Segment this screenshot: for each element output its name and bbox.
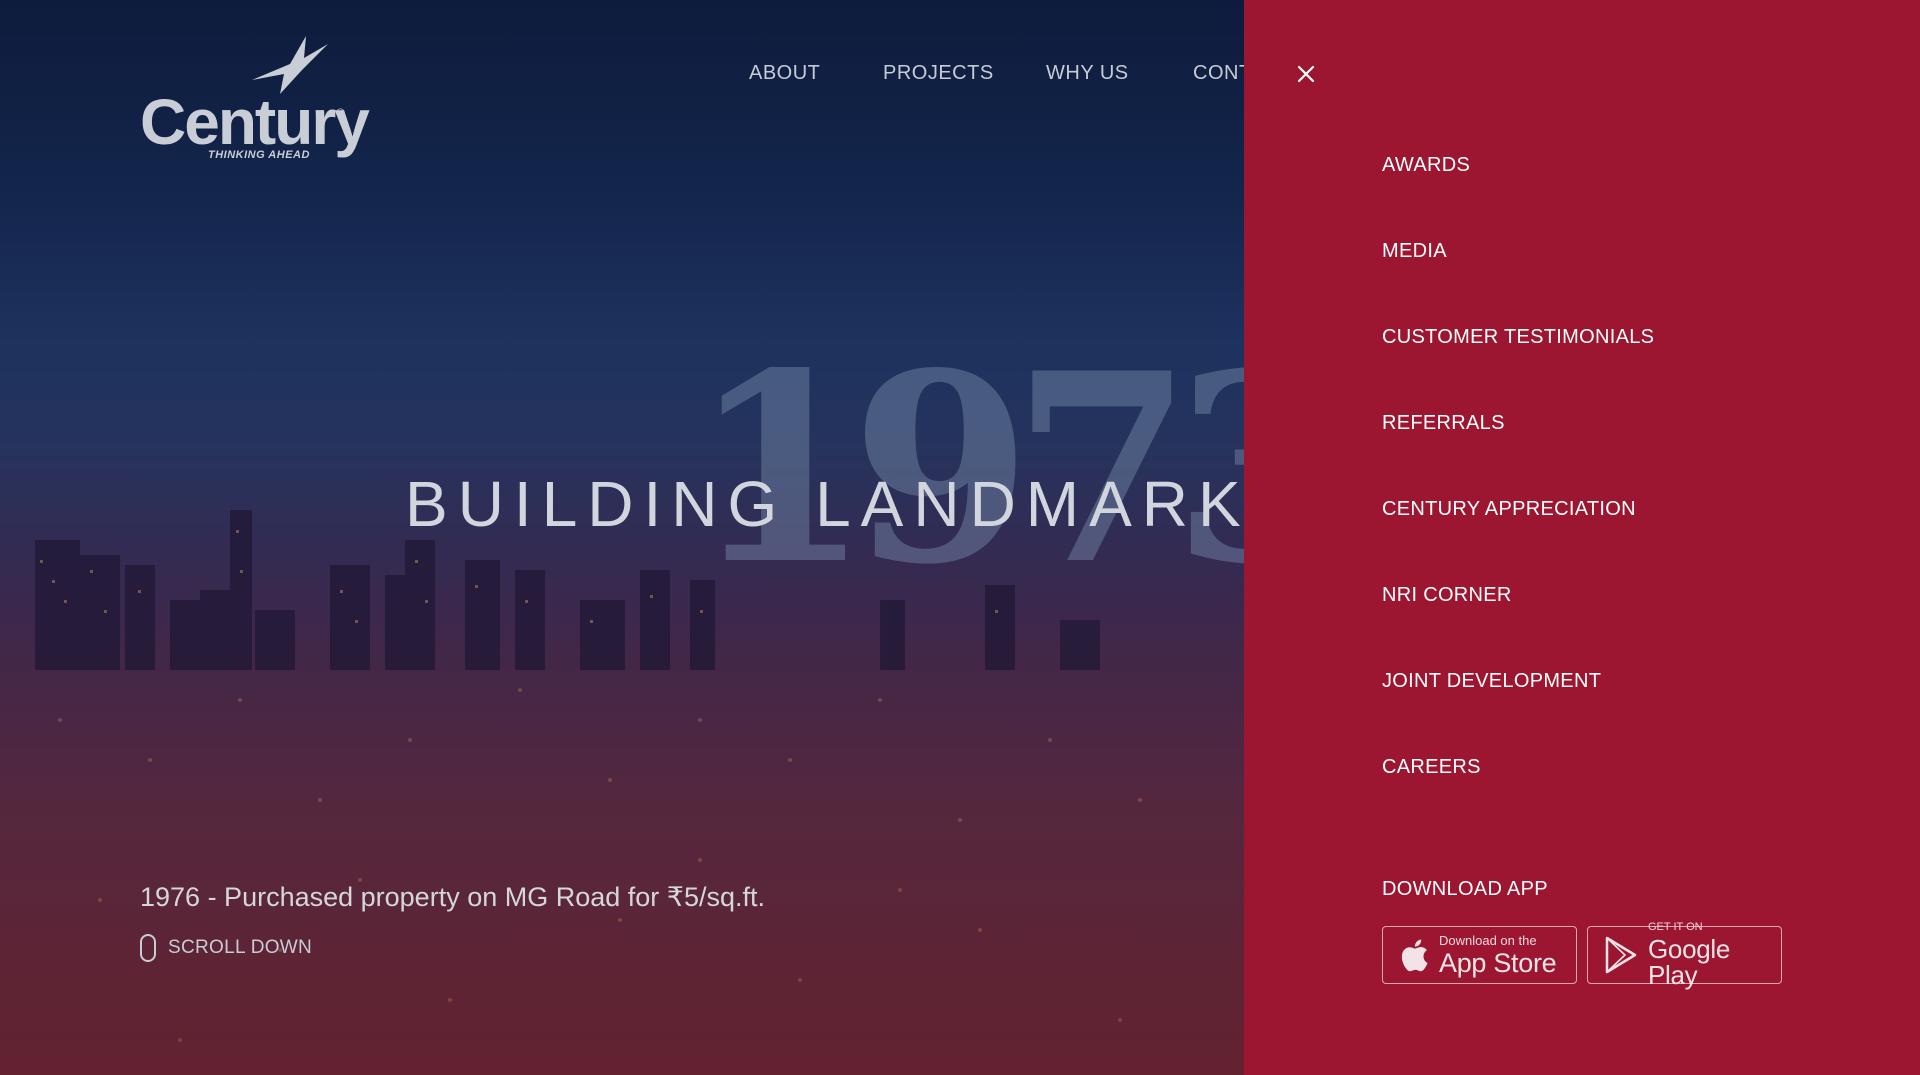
menu-item-referrals[interactable]: REFERRALS	[1382, 408, 1654, 494]
logo-brand-text: Century	[140, 86, 370, 158]
menu-item-awards[interactable]: AWARDS	[1382, 150, 1654, 236]
century-logo[interactable]: Century ® THINKING AHEAD	[140, 36, 370, 166]
logo-tagline: THINKING AHEAD	[208, 149, 310, 161]
side-menu-list: AWARDS MEDIA CUSTOMER TESTIMONIALS REFER…	[1382, 150, 1654, 838]
google-play-big-text: Google Play	[1648, 934, 1731, 990]
nav-about[interactable]: ABOUT	[749, 62, 820, 85]
menu-item-customer-testimonials[interactable]: CUSTOMER TESTIMONIALS	[1382, 322, 1654, 408]
google-play-button[interactable]: GET IT ON Google Play	[1587, 922, 1782, 988]
menu-item-media[interactable]: MEDIA	[1382, 236, 1654, 322]
scroll-down-label: SCROLL DOWN	[168, 937, 313, 958]
app-store-small-text: Download on the	[1439, 932, 1537, 948]
milestone-text: 1976 - Purchased property on MG Road for…	[140, 882, 765, 912]
scroll-down-button[interactable]: SCROLL DOWN	[140, 932, 312, 964]
download-app-label: DOWNLOAD APP	[1382, 878, 1548, 900]
app-store-button[interactable]: Download on the App Store	[1382, 926, 1577, 984]
close-icon[interactable]	[1296, 64, 1316, 84]
menu-item-century-appreciation[interactable]: CENTURY APPRECIATION	[1382, 494, 1654, 580]
hero-headline: BUILDING LANDMARKS	[405, 468, 1304, 540]
app-store-big-text: App Store	[1439, 947, 1557, 978]
menu-item-careers[interactable]: CAREERS	[1382, 752, 1654, 838]
menu-item-joint-development[interactable]: JOINT DEVELOPMENT	[1382, 666, 1654, 752]
menu-item-nri-corner[interactable]: NRI CORNER	[1382, 580, 1654, 666]
nav-projects[interactable]: PROJECTS	[883, 62, 994, 85]
play-store-icon	[1605, 936, 1637, 974]
mouse-icon	[140, 934, 156, 962]
nav-why-us[interactable]: WHY US	[1046, 62, 1129, 85]
google-play-small-text: GET IT ON	[1648, 921, 1703, 933]
registered-mark: ®	[336, 106, 345, 120]
nav-contact[interactable]: CONT	[1193, 62, 1252, 85]
apple-icon	[1401, 939, 1428, 972]
